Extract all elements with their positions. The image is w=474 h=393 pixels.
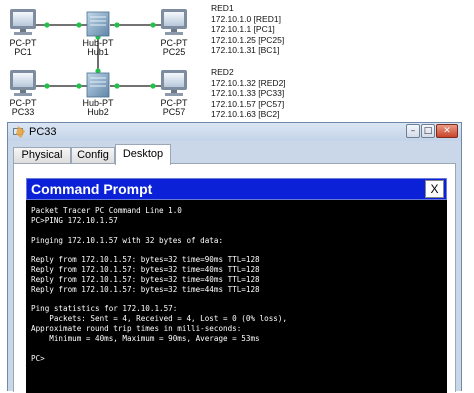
pc57-label-text: PC-PT PC57 [160,98,188,117]
red1-line: 172.10.1.0 [RED1] [211,13,281,24]
maximize-button[interactable]: □ [421,124,435,138]
red1-line: 172.10.1.31 [BC1] [211,45,280,55]
red2-line: 172.10.1.33 [PC33] [211,88,285,98]
tab-physical[interactable]: Physical [13,147,71,164]
tab-desktop[interactable]: Desktop [115,144,171,165]
red1-address-note: RED1 172.10.1.0 [RED1] 172.10.1.1 [PC1] … [211,3,284,56]
close-icon: ✕ [443,126,451,136]
console-line: Pinging 172.10.1.57 with 32 bytes of dat… [31,235,224,245]
console-line: Reply from 172.10.1.57: bytes=32 time=40… [31,274,260,284]
command-prompt-title: Command Prompt [31,181,153,197]
red1-line: 172.10.1.1 [PC1] [211,24,275,34]
close-icon: X [430,182,439,196]
pc1-label-text: PC-PT PC1 [9,38,37,57]
console-line: Reply from 172.10.1.57: bytes=32 time=44… [31,284,260,294]
pc25-icon[interactable] [161,9,187,35]
tab-config-label: Config [77,149,109,161]
pc-window-icon [13,126,25,138]
red1-line: 172.10.1.25 [PC25] [211,34,285,45]
command-prompt-app: Command Prompt X Packet Tracer PC Comman… [26,178,447,393]
red2-title: RED2 [211,67,234,77]
red2-line: 172.10.1.57 [PC57] [211,98,285,109]
pc1-label: PC-PT PC1 [5,39,41,57]
hub2-icon[interactable] [86,72,110,98]
hub1-label-text: Hub-PT Hub1 [82,38,114,57]
red2-line: 172.10.1.63 [BC2] [211,109,280,119]
window-title: PC33 [29,126,57,138]
minimize-icon: – [410,126,416,136]
minimize-button[interactable]: – [406,124,420,138]
pc25-label: PC-PT PC25 [156,39,192,57]
hub1-icon[interactable] [86,11,110,37]
pc33-label: PC-PT PC33 [5,99,41,117]
hub2-label-text: Hub-PT Hub2 [82,98,114,117]
pc57-icon[interactable] [161,70,187,96]
pc25-label-text: PC-PT PC25 [160,38,188,57]
red2-line: 172.10.1.32 [RED2] [211,77,286,88]
console-line: PC> [31,353,45,363]
console-line: PC>PING 172.10.1.57 [31,215,118,225]
console-line: Minimum = 40ms, Maximum = 90ms, Average … [31,333,260,343]
pc33-label-text: PC-PT PC33 [9,98,37,117]
close-window-button[interactable]: ✕ [436,124,458,138]
tab-physical-label: Physical [21,149,63,161]
tab-desktop-label: Desktop [122,148,164,160]
pc33-device-window: PC33 – □ ✕ Physical Config Desktop Comma… [7,122,462,393]
red2-address-note: RED2 172.10.1.32 [RED2] 172.10.1.33 [PC3… [211,67,286,120]
hub2-label: Hub-PT Hub2 [78,99,118,117]
tab-config[interactable]: Config [71,147,115,164]
topology-workspace[interactable]: PC-PT PC1 Hub-PT Hub1 PC-PT PC25 PC-PT P… [0,0,474,125]
pc33-icon[interactable] [10,70,36,96]
console-line: Packets: Sent = 4, Received = 4, Lost = … [31,314,288,324]
console-line: Reply from 172.10.1.57: bytes=32 time=90… [31,255,260,265]
hub1-label: Hub-PT Hub1 [78,39,118,57]
console-line: Reply from 172.10.1.57: bytes=32 time=40… [31,265,260,275]
desktop-tab-panel: Command Prompt X Packet Tracer PC Comman… [13,163,456,393]
maximize-icon: □ [423,126,433,136]
console-line: Packet Tracer PC Command Line 1.0 [31,206,182,215]
red1-title: RED1 [211,3,234,13]
pc57-label: PC-PT PC57 [156,99,192,117]
window-titlebar[interactable]: PC33 – □ ✕ [8,123,461,141]
console-output[interactable]: Packet Tracer PC Command Line 1.0 PC>PING… [31,206,443,393]
console-line: Ping statistics for 172.10.1.57: [31,304,178,314]
command-prompt-header: Command Prompt X [26,178,447,200]
command-prompt-close-button[interactable]: X [425,180,444,198]
console-line: Approximate round trip times in milli-se… [31,324,242,334]
pc1-icon[interactable] [10,9,36,35]
